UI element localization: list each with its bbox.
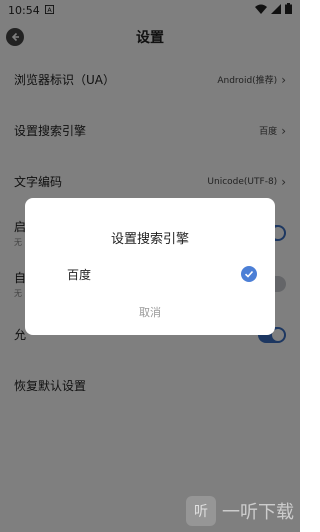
search-engine-dialog: 设置搜索引擎 百度 取消 — [25, 198, 275, 335]
check-icon — [241, 266, 257, 282]
dialog-option-baidu[interactable]: 百度 — [25, 262, 275, 286]
option-label: 百度 — [67, 267, 92, 282]
cancel-button[interactable]: 取消 — [25, 304, 275, 320]
watermark: 听 一听下载 — [186, 496, 294, 526]
dialog-title: 设置搜索引擎 — [110, 232, 189, 247]
watermark-text: 一听下载 — [222, 502, 294, 523]
watermark-logo-icon: 听 — [186, 496, 216, 526]
